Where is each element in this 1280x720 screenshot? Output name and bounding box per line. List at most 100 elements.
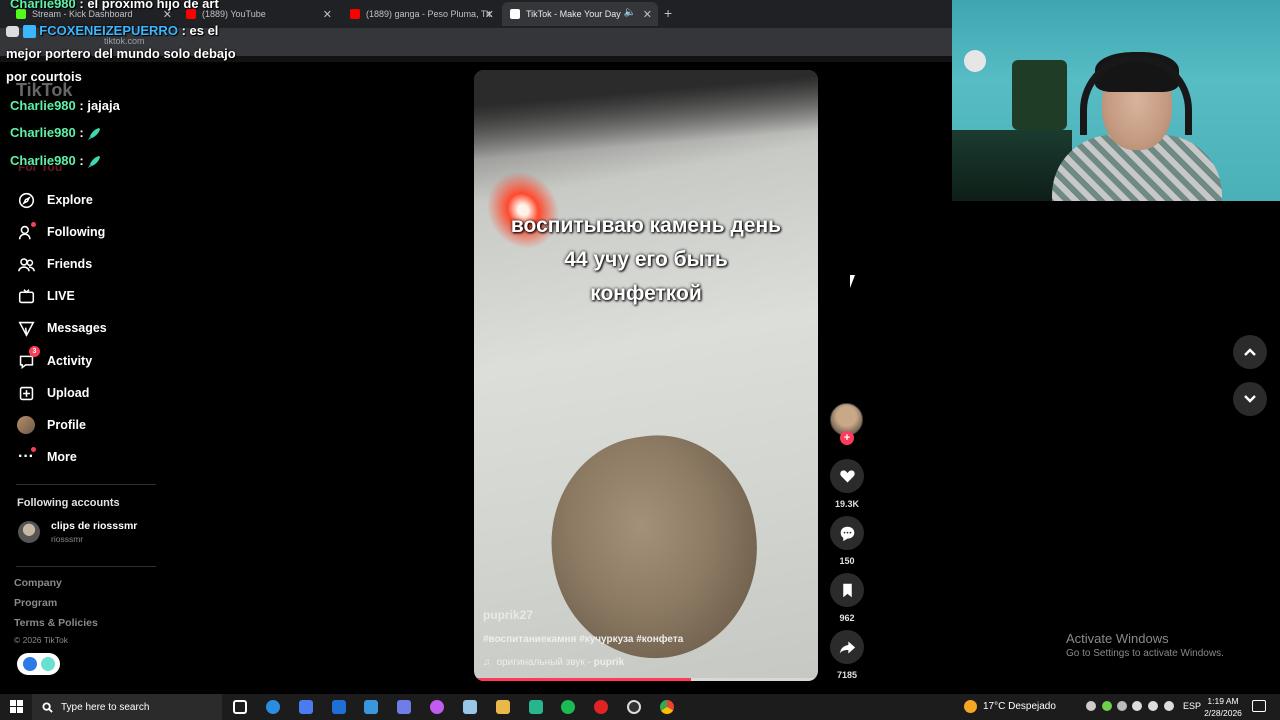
screen: Stream - Kick Dashboard ✕ (1889) YouTube… [0,0,1280,720]
nav-label: LIVE [47,289,75,303]
obs-icon[interactable] [627,700,641,714]
footer-link-terms[interactable]: Terms & Policies [14,617,98,629]
nav-label: Friends [47,257,93,271]
video-author[interactable]: puprik27 [483,608,533,622]
share-action[interactable]: 7185 [829,630,865,680]
nav-label: Activity [47,354,93,368]
tab-tiktok[interactable]: TikTok - Make Your Day 🔈 ✕ [502,2,658,26]
compass-icon [16,190,36,210]
tab-label: (1889) ganga - Peso Pluma, Tit [366,9,491,19]
outlook-icon[interactable] [332,700,346,714]
weather-icon [964,700,977,713]
nav-live[interactable]: LIVE [16,283,75,309]
nav-profile[interactable]: Profile [16,412,86,438]
search-icon [42,701,53,713]
spotify-icon[interactable] [561,700,575,714]
chat-username: Charlie980 [10,98,76,113]
network-icon[interactable] [1148,701,1158,711]
tab-ganga[interactable]: (1889) ganga - Peso Pluma, Tit ✕ [342,2,500,26]
comment-action[interactable]: 150 [829,516,865,566]
follow-plus-button[interactable]: + [840,431,854,445]
chat-message: Charlie980 : el proximo hijo de art [10,0,219,15]
account-name[interactable]: clips de riosssmr [51,520,137,532]
speaker-icon[interactable]: 🔈 [624,7,636,18]
chat-text: : [79,153,84,168]
previous-video-button[interactable] [1233,335,1267,369]
tray-icon[interactable] [1086,701,1096,711]
store-icon[interactable] [364,700,378,714]
app-icon[interactable] [529,700,543,714]
ceiling-fan [964,50,986,72]
nav-label: Profile [47,418,86,432]
file-explorer-icon[interactable] [496,700,510,714]
nav-label: Following [47,225,106,239]
nav-label: More [47,450,77,464]
edge-icon[interactable] [266,700,280,714]
nav-more[interactable]: ··· More [16,444,77,470]
chat-username: Charlie980 [10,153,76,168]
nav-upload[interactable]: Upload [16,380,89,406]
chat-username: FCOXENEIZEPUERRO [39,23,178,38]
sidebar-divider [16,484,156,485]
video-shadow [474,70,818,160]
bookmark-icon [842,583,852,597]
microphone-icon[interactable] [1132,701,1142,711]
video-caption-line: 44 учу его быть [564,248,728,271]
language-indicator[interactable]: ESP [1183,701,1201,711]
nav-messages[interactable]: Messages [16,315,107,341]
windows-start-icon[interactable] [10,700,23,713]
nav-following[interactable]: Following [16,219,105,245]
like-button[interactable] [830,459,864,493]
app-icon[interactable] [397,700,411,714]
comment-button[interactable] [830,516,864,550]
video-hashtags[interactable]: #воспитаниекамня #кучуркуза #конфета [483,634,683,645]
tray-icon[interactable] [1102,701,1112,711]
clock-date: 2/28/2026 [1204,708,1242,718]
opera-icon[interactable] [594,700,608,714]
webcam-feed [952,0,1280,201]
avatar[interactable] [18,521,40,543]
copyright: © 2026 TikTok [14,635,68,645]
following-accounts-title: Following accounts [17,497,120,509]
video-progress-bar[interactable] [474,678,818,681]
close-icon[interactable]: ✕ [323,8,332,21]
app-icon[interactable] [463,700,477,714]
close-icon[interactable]: ✕ [485,8,494,21]
taskbar-search[interactable]: Type here to search [32,694,222,720]
chat-text: : el proximo hijo de art [79,0,219,11]
like-action[interactable]: 19.3K [829,459,865,509]
weather-widget[interactable]: 17°C Despejado [964,700,1056,713]
save-button[interactable] [830,573,864,607]
search-placeholder: Type here to search [61,701,150,713]
clock[interactable]: 1:19 AM 2/28/2026 [1202,695,1244,719]
save-action[interactable]: 962 [829,573,865,623]
chat-message: Charlie980 : [10,149,101,172]
close-icon[interactable]: ✕ [643,8,652,21]
get-app-button[interactable] [17,653,60,675]
volume-icon[interactable] [1164,701,1174,711]
badge-icon [6,26,19,38]
nav-activity[interactable]: 3 Activity [16,346,93,374]
video-sound[interactable]: ♫ оригинальный звук - puprik [483,657,624,668]
next-video-button[interactable] [1233,382,1267,416]
nav-explore[interactable]: Explore [16,187,93,213]
footer-link-program[interactable]: Program [14,597,57,609]
video-player[interactable]: воспитываю камень день 44 учу его быть к… [474,70,818,681]
copilot-icon[interactable] [299,700,313,714]
new-tab-button[interactable]: + [664,5,672,21]
following-icon [16,222,36,242]
task-view-icon[interactable] [233,700,247,714]
app-icon[interactable] [430,700,444,714]
footer-link-company[interactable]: Company [14,577,62,589]
like-count: 19.3K [834,499,860,509]
notification-icon[interactable] [1252,700,1266,712]
sidebar-divider [16,566,156,567]
following-account-item[interactable]: clips de riosssmr riosssmr [18,520,137,544]
nav-friends[interactable]: Friends [16,251,92,277]
share-button[interactable] [830,630,864,664]
chrome-icon[interactable] [660,700,674,714]
tray-icon[interactable] [1117,701,1127,711]
wall-jersey [1012,60,1067,130]
chat-message: Charlie980 : [10,121,101,144]
nav-label: Upload [47,386,90,400]
